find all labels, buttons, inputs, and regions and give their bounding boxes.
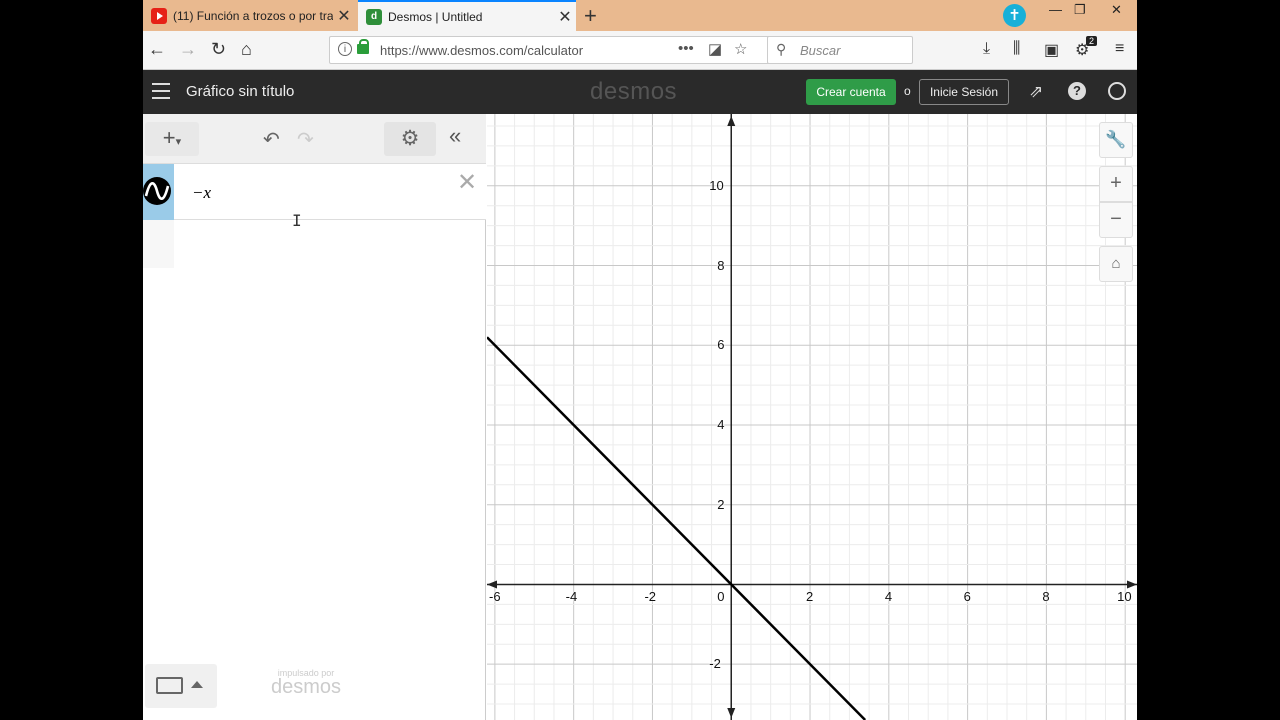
expression-item[interactable]: −x ✕ bbox=[143, 164, 486, 220]
help-icon[interactable]: ? bbox=[1068, 82, 1086, 100]
create-account-button[interactable]: Crear cuenta bbox=[806, 79, 896, 105]
forward-icon[interactable]: → bbox=[179, 39, 197, 60]
or-label: o bbox=[904, 84, 911, 98]
extension-badge: 2 bbox=[1086, 36, 1098, 46]
bookmark-star-icon[interactable]: ☆ bbox=[734, 40, 747, 58]
undo-icon[interactable]: ↶ bbox=[263, 127, 280, 152]
reload-icon[interactable]: ↻ bbox=[211, 39, 226, 60]
home-icon[interactable]: ⌂ bbox=[241, 39, 252, 60]
x-tick-label: 0 bbox=[717, 589, 725, 605]
tab-title: Desmos | Untitled bbox=[388, 9, 483, 24]
new-expression-tab[interactable] bbox=[143, 220, 174, 268]
navigation-bar: ← → ↻ ⌂ i https://www.desmos.com/calcula… bbox=[143, 31, 1137, 70]
tab-youtube[interactable]: (11) Función a trozos o por tramos ✕ bbox=[143, 0, 355, 31]
desmos-favicon-icon: d bbox=[366, 8, 382, 25]
youtube-icon bbox=[151, 7, 167, 24]
expression-tab[interactable] bbox=[143, 164, 174, 220]
sign-in-button[interactable]: Inicie Sesión bbox=[919, 79, 1009, 105]
graph-paper[interactable]: -6 -4 -2 0 2 4 6 8 10 10 8 6 4 2 -2 🔧 + − ⌂ bbox=[487, 114, 1137, 720]
keyboard-toggle-button[interactable] bbox=[145, 664, 217, 708]
x-tick-label: 6 bbox=[963, 589, 971, 605]
delete-expression-icon[interactable]: ✕ bbox=[457, 168, 477, 197]
x-tick-label: 10 bbox=[1117, 589, 1132, 605]
zoom-out-button[interactable]: − bbox=[1099, 202, 1133, 238]
powered-by-logo: desmos bbox=[271, 676, 342, 698]
tab-title: (11) Función a trozos o por tramos bbox=[173, 8, 333, 23]
y-tick-label: 2 bbox=[717, 496, 725, 512]
expression-input[interactable]: −x bbox=[192, 183, 211, 203]
language-globe-icon[interactable] bbox=[1108, 82, 1126, 100]
y-tick-label: 8 bbox=[717, 257, 725, 273]
add-item-button[interactable]: +▾ bbox=[145, 122, 199, 156]
hamburger-menu-icon[interactable] bbox=[152, 83, 170, 99]
y-tick-label: -2 bbox=[709, 656, 721, 672]
y-axis-arrow-down bbox=[727, 708, 736, 718]
text-cursor-icon: I bbox=[292, 211, 302, 230]
x-tick-label: 2 bbox=[806, 589, 814, 605]
default-viewport-home-icon[interactable]: ⌂ bbox=[1099, 246, 1133, 282]
download-icon[interactable]: ⤓ bbox=[983, 40, 990, 58]
y-axis-arrow-up bbox=[727, 116, 736, 126]
accessibility-icon[interactable]: ✝ bbox=[1003, 4, 1026, 27]
graph-title[interactable]: Gráfico sin título bbox=[186, 83, 294, 100]
url-text: https://www.desmos.com/calculator bbox=[380, 43, 584, 58]
redo-icon[interactable]: ↷ bbox=[297, 127, 314, 152]
x-axis-arrow-left bbox=[487, 580, 497, 589]
library-icon[interactable]: ⫼ bbox=[1013, 40, 1020, 58]
info-icon[interactable]: i bbox=[338, 42, 352, 56]
powered-by: impulsado por desmos bbox=[271, 668, 341, 699]
expression-toolbar: +▾ ↶ ↷ ⚙ « bbox=[143, 114, 486, 164]
graph-style-icon[interactable] bbox=[143, 177, 171, 205]
collapse-list-icon[interactable]: « bbox=[449, 123, 461, 149]
minimize-icon[interactable]: — bbox=[1049, 2, 1062, 17]
keyboard-icon bbox=[156, 677, 183, 694]
graph-canvas[interactable] bbox=[487, 114, 1137, 720]
search-input[interactable]: ⚲ Buscar bbox=[767, 36, 913, 64]
more-actions-icon[interactable]: ••• bbox=[678, 40, 694, 57]
search-icon: ⚲ bbox=[776, 41, 787, 57]
tab-desmos[interactable]: d Desmos | Untitled ✕ bbox=[358, 0, 576, 31]
search-placeholder: Buscar bbox=[800, 43, 841, 58]
restore-icon[interactable]: ❐ bbox=[1074, 2, 1086, 18]
tab-strip: (11) Función a trozos o por tramos ✕ d D… bbox=[143, 0, 1137, 31]
lock-icon bbox=[357, 39, 369, 54]
curve-neg-x bbox=[487, 336, 867, 720]
zoom-in-button[interactable]: + bbox=[1099, 166, 1133, 202]
expression-list: +▾ ↶ ↷ ⚙ « −x ✕ I impulsado por desmos bbox=[143, 114, 486, 720]
settings-gear-icon[interactable]: ⚙ bbox=[384, 122, 436, 156]
sidebar-icon[interactable]: ▣ bbox=[1044, 40, 1059, 60]
browser-window: (11) Función a trozos o por tramos ✕ d D… bbox=[143, 0, 1137, 720]
x-tick-label: -6 bbox=[489, 589, 501, 605]
close-tab-icon[interactable]: ✕ bbox=[554, 7, 576, 27]
chevron-up-icon bbox=[191, 681, 203, 688]
x-tick-label: -4 bbox=[565, 589, 578, 605]
y-tick-label: 10 bbox=[709, 177, 724, 193]
menu-icon[interactable]: ≡ bbox=[1115, 40, 1124, 58]
back-icon[interactable]: ← bbox=[148, 39, 166, 60]
desmos-header: Gráfico sin título desmos Crear cuenta o… bbox=[143, 70, 1137, 114]
desmos-logo: desmos bbox=[590, 78, 678, 105]
x-tick-label: 8 bbox=[1042, 589, 1050, 605]
pocket-icon[interactable]: ◪ bbox=[708, 40, 722, 58]
x-tick-label: -2 bbox=[644, 589, 657, 605]
y-tick-label: 6 bbox=[717, 337, 725, 353]
close-window-icon[interactable]: ✕ bbox=[1111, 2, 1122, 18]
x-tick-label: 4 bbox=[884, 589, 893, 605]
new-tab-icon[interactable]: + bbox=[584, 3, 597, 29]
x-axis-arrow-right bbox=[1127, 580, 1137, 589]
close-tab-icon[interactable]: ✕ bbox=[333, 6, 355, 26]
graph-settings-wrench-icon[interactable]: 🔧 bbox=[1099, 122, 1133, 158]
share-icon[interactable]: ⇗ bbox=[1029, 82, 1043, 102]
y-tick-label: 4 bbox=[717, 416, 725, 432]
